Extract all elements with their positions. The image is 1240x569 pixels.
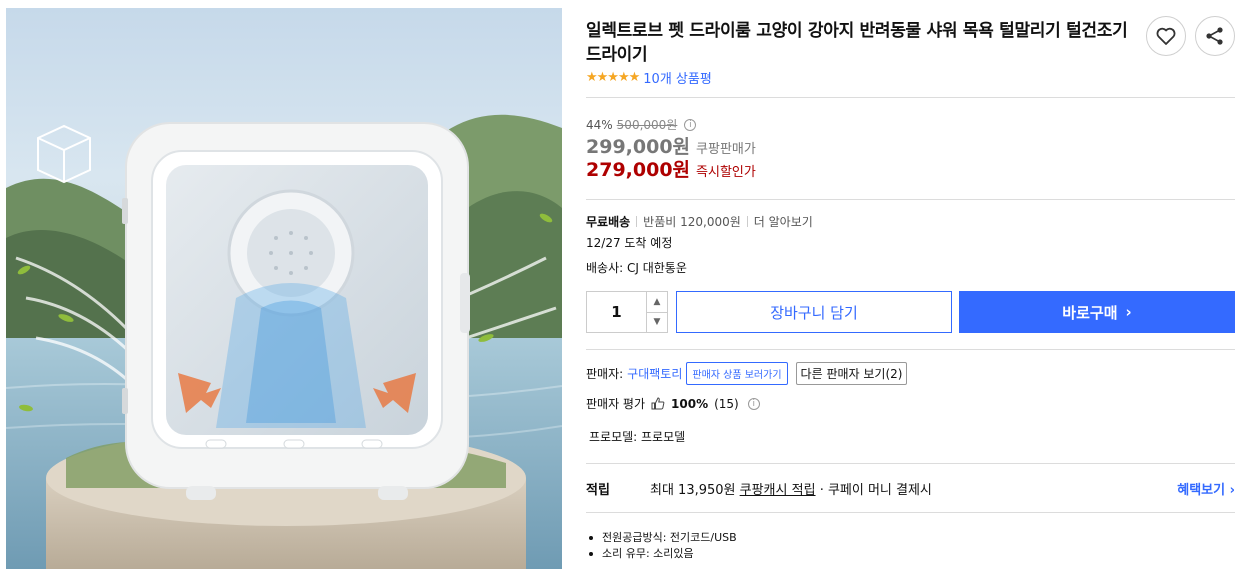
seller-row: 판매자: 구대팩토리 판매자 상품 보러가기 다른 판매자 보기(2) xyxy=(586,362,908,385)
heart-icon xyxy=(1156,27,1176,45)
info-icon[interactable]: i xyxy=(747,397,760,410)
seller-rating-label: 판매자 평가 xyxy=(586,397,646,411)
product-info-panel: 일렉트로브 펫 드라이룸 고양이 강아지 반려동물 샤워 목욕 털말리기 털건조… xyxy=(586,0,1236,569)
divider xyxy=(586,512,1235,513)
share-icon xyxy=(1206,27,1223,45)
model-name: 프로모델: 프로모델 xyxy=(589,430,686,444)
wishlist-button[interactable] xyxy=(1146,16,1186,56)
buy-now-label: 바로구매 xyxy=(1062,303,1118,322)
shipping-info: 무료배송 반품비 120,000원 더 알아보기 xyxy=(586,213,813,230)
divider xyxy=(586,199,1235,200)
reward-row: 적립 최대 13,950원 쿠팡캐시 적립 · 쿠페이 머니 결제시 혜택보기 … xyxy=(586,479,1235,498)
benefits-more-link[interactable]: 혜택보기 › xyxy=(1177,479,1235,498)
free-shipping-badge: 무료배송 xyxy=(586,215,631,229)
spec-item: 소리 유무: 소리있음 xyxy=(586,546,737,562)
divider xyxy=(586,349,1235,350)
rating-summary[interactable]: ★★★★★ 10개 상품평 xyxy=(586,68,712,87)
divider xyxy=(586,463,1235,464)
original-price-row: 44% 500,000원 i xyxy=(586,116,697,133)
instant-discount-label: 즉시할인가 xyxy=(696,165,756,180)
seller-name-link[interactable]: 구대팩토리 xyxy=(627,365,682,382)
seller-rating-count: (15) xyxy=(714,396,739,411)
seller-products-button[interactable]: 판매자 상품 보러가기 xyxy=(686,362,788,385)
pet-dryer-illustration xyxy=(6,114,562,569)
reward-max: 최대 13,950원 xyxy=(650,483,736,498)
instant-price-row: 279,000원 즉시할인가 xyxy=(586,155,756,182)
info-icon[interactable]: i xyxy=(684,118,697,131)
separator xyxy=(746,216,748,227)
other-sellers-button[interactable]: 다른 판매자 보기(2) xyxy=(795,362,908,385)
rating-stars: ★★★★★ xyxy=(586,70,640,85)
seller-label: 판매자: xyxy=(586,367,624,381)
original-price: 500,000원 xyxy=(616,118,678,132)
quantity-increase-icon[interactable]: ▲ xyxy=(647,292,667,313)
discount-rate: 44% xyxy=(586,117,613,132)
divider xyxy=(586,97,1235,98)
add-to-cart-button[interactable]: 장바구니 담기 xyxy=(676,291,952,333)
quantity-decrease-icon[interactable]: ▼ xyxy=(647,313,667,333)
reward-suffix: · 쿠페이 머니 결제시 xyxy=(819,483,932,498)
chevron-right-icon: › xyxy=(1125,303,1132,321)
return-fee: 반품비 120,000원 xyxy=(643,215,741,229)
quantity-input[interactable]: 1 xyxy=(587,292,647,332)
share-button[interactable] xyxy=(1195,16,1235,56)
arrival-date: 12/27 도착 예정 xyxy=(586,236,673,250)
spec-item: 전원공급방식: 전기코드/USB xyxy=(586,530,737,546)
thumbs-up-icon xyxy=(651,397,665,410)
shipping-more-link[interactable]: 더 알아보기 xyxy=(754,213,813,230)
coupang-cash-link[interactable]: 쿠팡캐시 적립 xyxy=(740,479,816,498)
carrier: 배송사: CJ 대한통운 xyxy=(586,261,687,275)
seller-rating-row: 판매자 평가 100% (15) i xyxy=(586,395,760,412)
buy-now-button[interactable]: 바로구매 › xyxy=(959,291,1235,333)
review-count-link[interactable]: 10개 상품평 xyxy=(643,68,712,87)
spec-list: 전원공급방식: 전기코드/USB 소리 유무: 소리있음 xyxy=(586,530,737,562)
instant-discount-price: 279,000원 xyxy=(586,159,691,181)
quantity-stepper[interactable]: 1 ▲ ▼ xyxy=(586,291,668,333)
seller-rating-percent: 100% xyxy=(671,396,709,411)
separator xyxy=(636,216,638,227)
product-main-image[interactable] xyxy=(6,8,562,569)
product-title: 일렉트로브 펫 드라이룸 고양이 강아지 반려동물 샤워 목욕 털말리기 털건조… xyxy=(586,21,1128,65)
reward-label: 적립 xyxy=(586,483,610,498)
